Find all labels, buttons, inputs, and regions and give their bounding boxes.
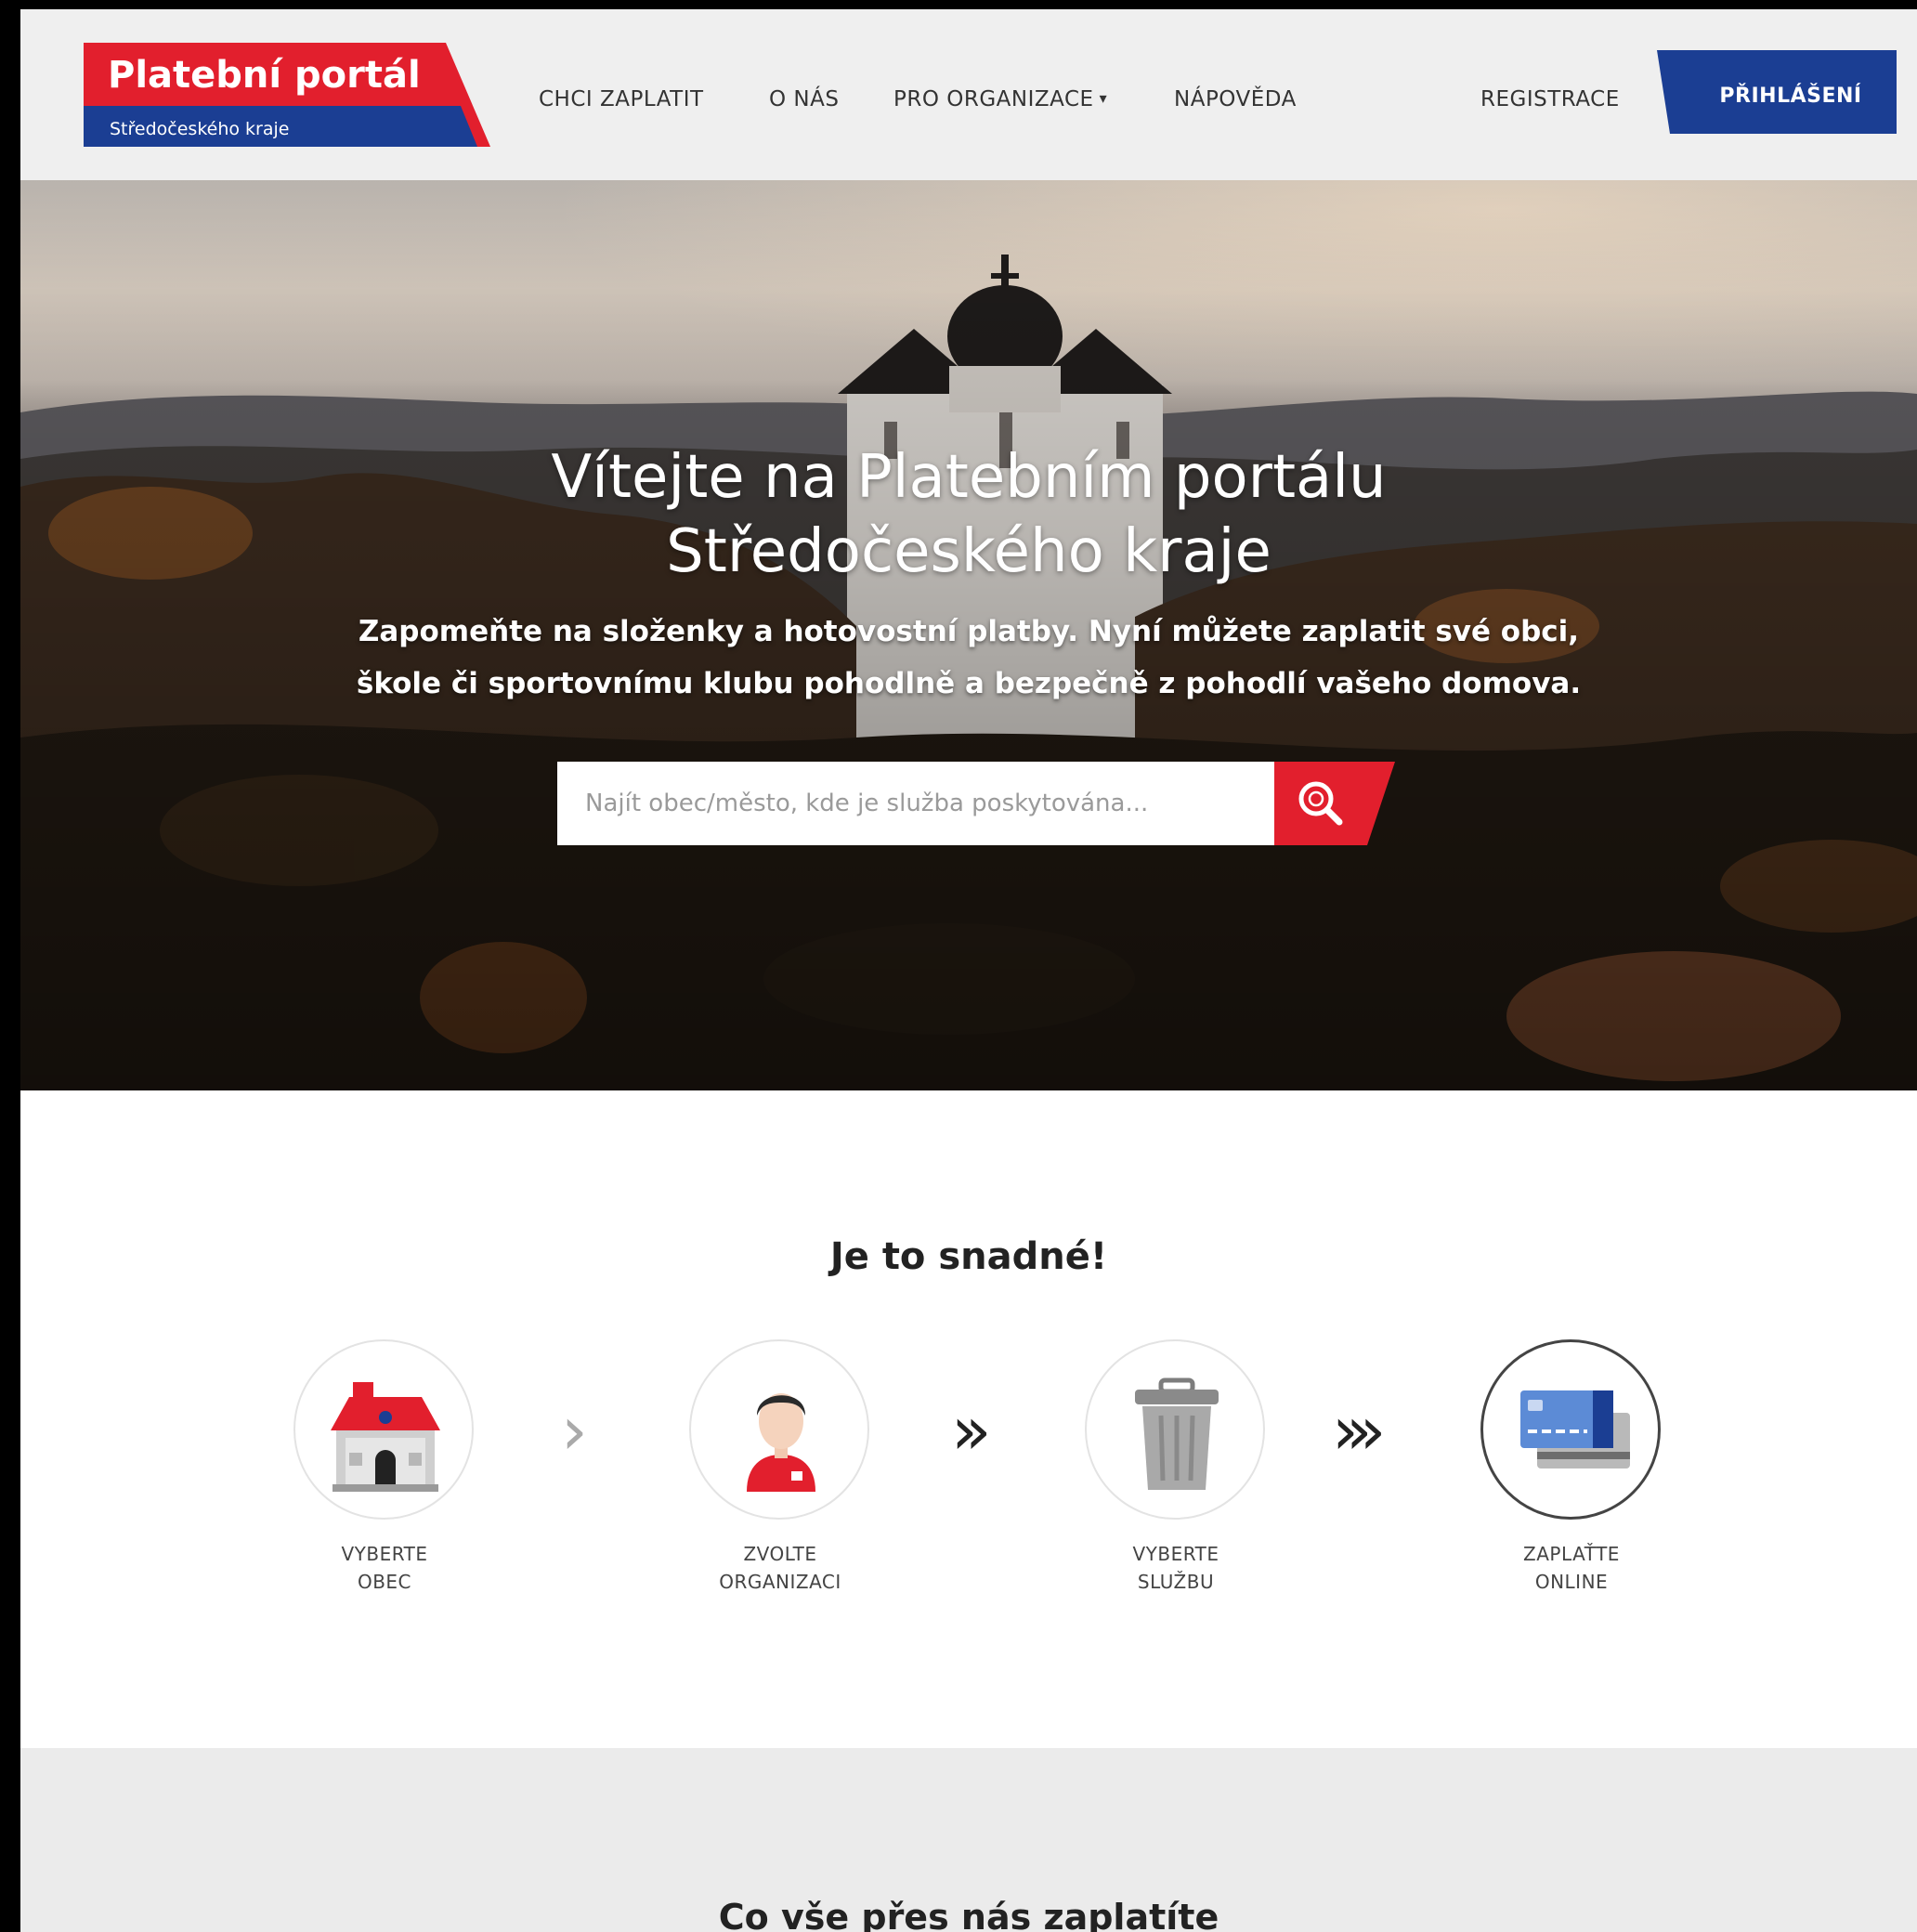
step-1-label: VYBERTE OBEC [293, 1540, 476, 1596]
nav-pro-organizace-label: PRO ORGANIZACE [893, 87, 1094, 111]
step-2-label-line1: ZVOLTE [743, 1543, 817, 1565]
town-hall-icon [331, 1382, 440, 1492]
step-4-label: ZAPLAŤTE ONLINE [1480, 1540, 1663, 1596]
nav-registrace[interactable]: REGISTRACE [1480, 87, 1620, 111]
step-4-label-line1: ZAPLAŤTE [1523, 1543, 1620, 1565]
step-2-label-line2: ORGANIZACI [719, 1571, 841, 1593]
caret-down-icon: ▾ [1099, 89, 1108, 107]
step-3-label-line2: SLUŽBU [1137, 1571, 1215, 1593]
hero-subtitle: Zapomeňte na složenky a hotovostní platb… [20, 606, 1917, 710]
nav-napoveda[interactable]: NÁPOVĚDA [1174, 87, 1297, 111]
step-2-label: ZVOLTE ORGANIZACI [689, 1540, 871, 1596]
payments-section-title: Co vše přes nás zaplatíte [718, 1897, 1219, 1932]
hero-title-line2: Středočeského kraje [666, 517, 1271, 586]
page: Platební portál Středočeského kraje CHCI… [20, 9, 1917, 1932]
nav-pro-organizace[interactable]: PRO ORGANIZACE ▾ [893, 87, 1107, 111]
step-arrow-3: ››› [1332, 1391, 1387, 1469]
trash-bin-icon [1135, 1377, 1219, 1490]
person-icon [747, 1393, 815, 1492]
step-3-label: VYBERTE SLUŽBU [1085, 1540, 1267, 1596]
step-arrow-2: ›› [951, 1391, 991, 1469]
step-arrow-1: › [561, 1391, 588, 1469]
search-input[interactable] [557, 762, 1274, 845]
step-select-municipality: VYBERTE OBEC [293, 1339, 476, 1596]
brand-logo[interactable]: Platební portál Středočeského kraje [84, 43, 490, 147]
hero-subtitle-line2: škole či sportovnímu klubu pohodlně a be… [356, 667, 1582, 700]
step-1-circle[interactable] [293, 1339, 474, 1520]
step-2-circle[interactable] [689, 1339, 869, 1520]
step-4-circle[interactable] [1480, 1339, 1661, 1520]
login-label: PŘIHLÁŠENÍ [1719, 85, 1862, 108]
search-button[interactable] [1274, 762, 1395, 845]
hero-title: Vítejte na Platebním portálu Středočeské… [20, 440, 1917, 589]
brand-subtitle: Středočeského kraje [110, 119, 290, 139]
steps-title: Je to snadné! [829, 1235, 1108, 1278]
credit-card-icon [1520, 1390, 1630, 1469]
step-pay-online: ZAPLAŤTE ONLINE [1480, 1339, 1663, 1596]
login-button[interactable]: PŘIHLÁŠENÍ [1657, 50, 1897, 143]
nav-chci-zaplatit[interactable]: CHCI ZAPLATIT [539, 87, 704, 111]
step-3-circle[interactable] [1085, 1339, 1265, 1520]
step-3-label-line1: VYBERTE [1132, 1543, 1219, 1565]
payments-section: Co vše přes nás zaplatíte [20, 1748, 1917, 1932]
hero-title-line1: Vítejte na Platebním portálu [551, 443, 1387, 512]
hero-subtitle-line1: Zapomeňte na složenky a hotovostní platb… [358, 615, 1580, 648]
hero-section: Vítejte na Platebním portálu Středočeské… [20, 180, 1917, 1090]
nav-o-nas[interactable]: O NÁS [769, 87, 839, 111]
site-header: Platební portál Středočeského kraje CHCI… [20, 9, 1917, 180]
brand-title: Platební portál [108, 54, 421, 97]
step-select-organization: ZVOLTE ORGANIZACI [689, 1339, 871, 1596]
step-1-label-line1: VYBERTE [341, 1543, 428, 1565]
step-4-label-line2: ONLINE [1534, 1571, 1609, 1593]
step-select-service: VYBERTE SLUŽBU [1085, 1339, 1267, 1596]
step-1-label-line2: OBEC [357, 1571, 412, 1593]
